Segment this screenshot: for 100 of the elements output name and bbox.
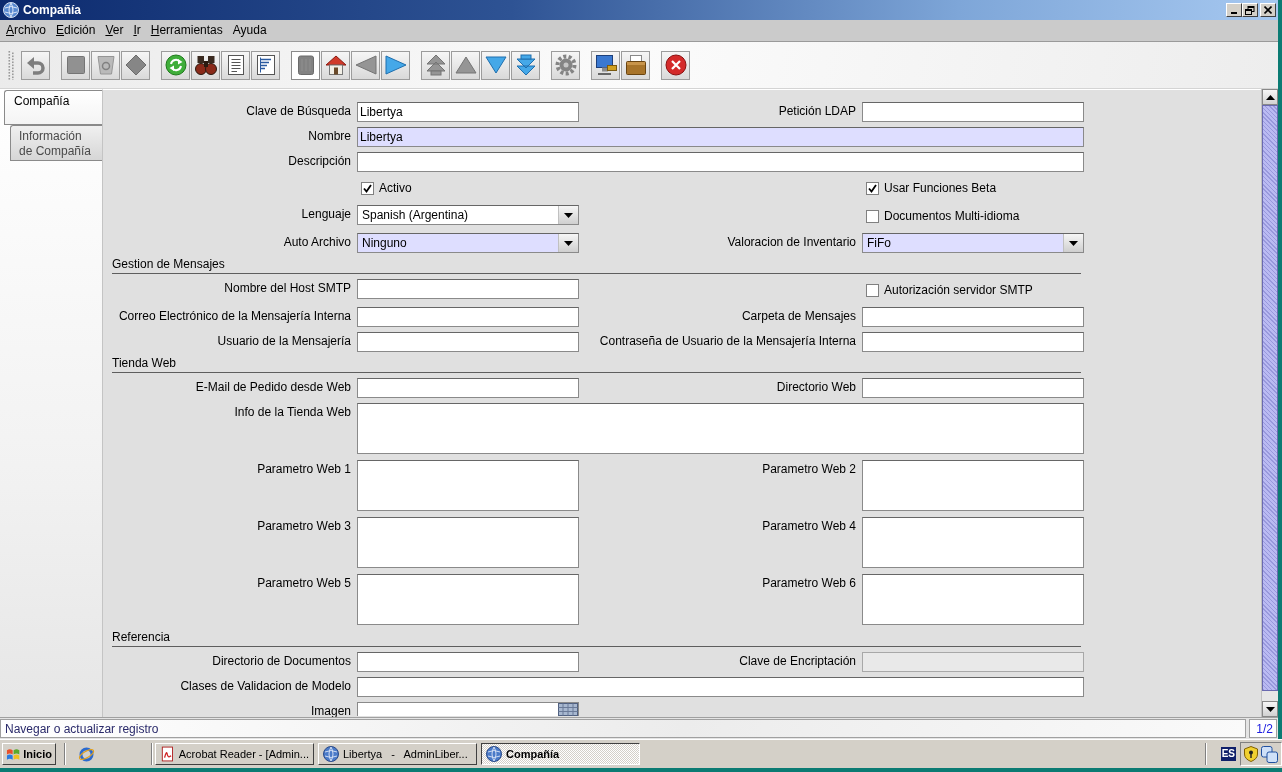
text-field[interactable]	[357, 307, 579, 327]
field-label: Parametro Web 5	[257, 576, 351, 592]
field-label: Parametro Web 6	[762, 576, 856, 592]
checkbox-label: Usar Funciones Beta	[884, 181, 997, 196]
gear-icon	[554, 54, 577, 76]
toolbar-button[interactable]	[661, 50, 690, 80]
section-title: Tienda Web	[112, 357, 177, 370]
dropdown-arrow-button[interactable]	[558, 234, 578, 252]
text-area[interactable]	[862, 574, 1084, 625]
text-area[interactable]	[357, 403, 1084, 454]
checkbox[interactable]	[866, 210, 879, 223]
menu-item[interactable]: Edición	[51, 23, 101, 38]
minimize-button[interactable]	[1226, 3, 1242, 17]
up-arrow-icon	[1265, 94, 1275, 100]
checkbox-label: Documentos Multi-idioma	[884, 209, 1020, 224]
taskbar-button[interactable]: Libertya - AdminLiber...	[318, 743, 477, 765]
text-area[interactable]	[862, 517, 1084, 568]
text-field[interactable]	[862, 332, 1084, 352]
down-arrow-icon	[1265, 706, 1275, 712]
field-label: Correo Electrónico de la Mensajería Interna	[118, 309, 351, 325]
caret-icon	[1069, 240, 1078, 246]
squares-icon[interactable]	[1261, 745, 1278, 763]
text-area[interactable]	[862, 460, 1084, 511]
field-label: Auto Archivo	[283, 235, 351, 251]
caret-icon	[564, 240, 573, 246]
text-field[interactable]	[357, 279, 579, 299]
text-field[interactable]: Libertya	[357, 102, 579, 122]
dropdown-field[interactable]: Ninguno	[357, 233, 579, 253]
home-icon	[324, 54, 347, 76]
text-field[interactable]: Libertya	[357, 127, 1084, 147]
toolbar-button[interactable]	[621, 50, 650, 80]
language-indicator[interactable]: ES	[1220, 747, 1236, 761]
close-icon	[664, 54, 687, 76]
checkbox[interactable]	[866, 182, 879, 195]
text-field[interactable]	[357, 378, 579, 398]
window-title: Compañía	[23, 3, 81, 17]
menu-item[interactable]: Archivo	[1, 23, 52, 38]
field-label: Carpeta de Mensajes	[741, 309, 856, 325]
monitor-icon	[594, 54, 617, 76]
start-button[interactable]: Inicio	[2, 743, 56, 765]
field-label: Usuario de la Mensajería	[217, 334, 351, 350]
text-field[interactable]	[357, 677, 1084, 697]
field-label: Parametro Web 1	[257, 462, 351, 478]
close-button[interactable]	[1260, 3, 1276, 17]
dropdown-arrow-button[interactable]	[1063, 234, 1083, 252]
shield-icon[interactable]	[1244, 746, 1258, 762]
dropdown-arrow-button[interactable]	[558, 206, 578, 224]
globe-icon	[3, 2, 19, 18]
field-label: Clases de Validacion de Modelo	[180, 679, 351, 695]
checkbox[interactable]	[866, 284, 879, 297]
up-triangle-icon	[454, 54, 477, 76]
grip-icon[interactable]	[8, 50, 14, 80]
menu-item[interactable]: Ver	[100, 23, 129, 38]
menu-item[interactable]: Ir	[128, 23, 146, 38]
double-up-icon	[424, 54, 447, 76]
field-label: Clave de Encriptación	[739, 654, 856, 670]
right-triangle-icon	[384, 54, 407, 76]
toolbar-button[interactable]	[191, 50, 220, 80]
field-label: Parametro Web 3	[257, 519, 351, 535]
status-message: Navegar o actualizar registro	[0, 719, 1246, 738]
field-label: Imagen	[310, 704, 351, 717]
image-field[interactable]	[357, 702, 579, 716]
ring-orbit-icon[interactable]	[78, 745, 95, 763]
text-area[interactable]	[357, 460, 579, 511]
field-label: Info de la Tienda Web	[234, 405, 351, 421]
dropdown-field[interactable]: FiFo	[862, 233, 1084, 253]
tab[interactable]: Información de Compañía	[10, 125, 102, 161]
field-label: Clave de Búsqueda	[246, 104, 351, 120]
field-label: Nombre	[308, 129, 351, 145]
scroll-down-button[interactable]	[1262, 701, 1278, 717]
text-area[interactable]	[357, 517, 579, 568]
field-label: E-Mail de Pedido desde Web	[195, 380, 351, 396]
text-field[interactable]	[862, 102, 1084, 122]
menu-item[interactable]: Herramientas	[145, 23, 228, 38]
scroll-up-button[interactable]	[1262, 89, 1278, 105]
toolbar-button[interactable]	[251, 50, 280, 80]
field-label: Valoracion de Inventario	[727, 235, 856, 251]
restore-button[interactable]	[1242, 3, 1258, 17]
text-field[interactable]	[862, 378, 1084, 398]
toolbar-button[interactable]	[321, 50, 350, 80]
square-icon	[64, 54, 87, 76]
field-label: Directorio Web	[776, 380, 856, 396]
tab[interactable]: Compañía	[4, 90, 102, 125]
section-title: Gestion de Mensajes	[112, 258, 225, 271]
toolbar-button[interactable]	[221, 50, 250, 80]
grid-icon[interactable]	[558, 703, 578, 716]
text-area[interactable]	[357, 574, 579, 625]
text-field[interactable]	[357, 652, 579, 672]
menu-item[interactable]: Ayuda	[227, 23, 272, 38]
text-field[interactable]	[357, 332, 579, 352]
toolbar-button[interactable]	[591, 50, 620, 80]
text-field[interactable]	[357, 152, 1084, 172]
taskbar-button[interactable]: Acrobat Reader - [Admin...	[155, 743, 314, 765]
flag-icon	[6, 746, 21, 762]
text-field[interactable]	[862, 307, 1084, 327]
checkbox-label: Autorización servidor SMTP	[884, 283, 1033, 298]
dropdown-field[interactable]: Spanish (Argentina)	[357, 205, 579, 225]
checkbox[interactable]	[361, 182, 374, 195]
minimize-icon	[1231, 12, 1237, 14]
taskbar-button[interactable]: Compañía	[481, 743, 640, 765]
